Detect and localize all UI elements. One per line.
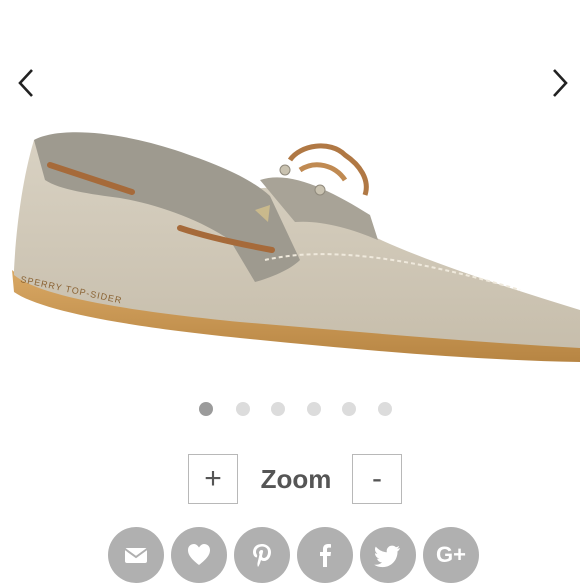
previous-image-button[interactable]: [12, 66, 42, 100]
share-pinterest-button[interactable]: [234, 527, 290, 583]
chevron-right-icon: [553, 69, 568, 97]
twitter-icon: [374, 545, 400, 568]
share-google-plus-button[interactable]: G+: [423, 527, 479, 583]
google-plus-icon: G+: [436, 542, 466, 567]
product-image: SPERRY TOP-SIDER: [0, 110, 580, 370]
next-image-button[interactable]: [544, 66, 574, 100]
share-favorite-button[interactable]: [171, 527, 227, 583]
carousel-dot-3[interactable]: [271, 402, 285, 416]
carousel-dot-2[interactable]: [236, 402, 250, 416]
facebook-icon: [320, 544, 331, 567]
share-facebook-button[interactable]: [297, 527, 353, 583]
chevron-left-icon: [18, 69, 33, 97]
carousel-dot-1[interactable]: [199, 402, 213, 416]
carousel-dot-5[interactable]: [342, 402, 356, 416]
carousel-dot-6[interactable]: [378, 402, 392, 416]
share-twitter-button[interactable]: [360, 527, 416, 583]
zoom-label: Zoom: [260, 464, 332, 494]
share-email-button[interactable]: [108, 527, 164, 583]
email-icon: [124, 548, 148, 563]
boat-shoe-image: SPERRY TOP-SIDER: [12, 132, 580, 362]
heart-icon: [188, 544, 210, 565]
pinterest-icon: [253, 544, 271, 567]
zoom-controls: + Zoom -: [188, 454, 404, 506]
zoom-in-button[interactable]: +: [188, 454, 238, 504]
carousel-dot-4[interactable]: [307, 402, 321, 416]
zoom-out-button[interactable]: -: [352, 454, 402, 504]
